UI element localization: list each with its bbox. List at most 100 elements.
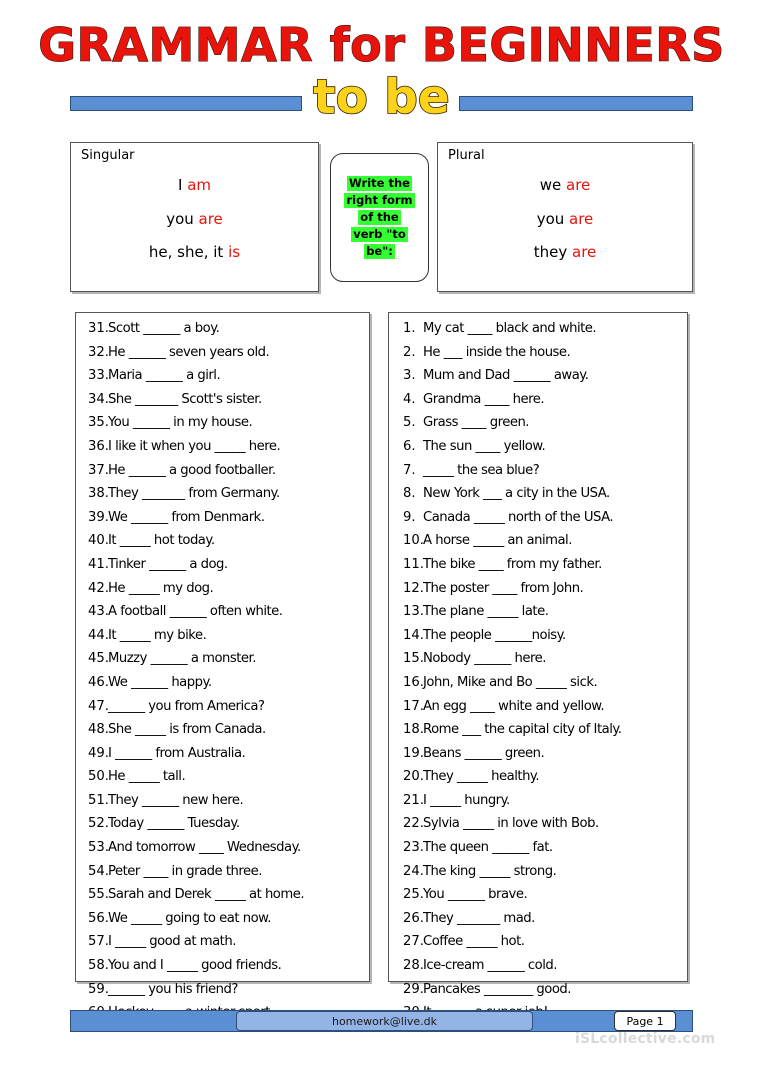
exercise-number: 2.: [403, 344, 416, 360]
exercise-item: 16. John, Mike and Bo _____ sick.: [395, 676, 681, 689]
singular-conjugation-list: I am you are he, she, it is: [71, 177, 318, 278]
exercise-sentence: He ______ seven years old.: [108, 344, 270, 360]
conjugation-line: we are: [438, 177, 692, 194]
exercise-number: 57.: [88, 934, 109, 950]
exercise-sentence: You ______ in my house.: [108, 415, 253, 431]
exercise-sentence: We ______ from Denmark.: [108, 509, 265, 525]
exercise-list-right: 1. My cat ____ black and white. 2. He ___ i…: [395, 321, 681, 1020]
exercise-number: 21.: [403, 792, 424, 808]
pronoun: you: [536, 209, 570, 228]
exercise-item: 36. I like it when you _____ here.: [82, 440, 363, 453]
exercise-number: 4.: [403, 391, 416, 407]
exercise-sentence: It _____ my bike.: [108, 627, 207, 643]
exercise-sentence: I _____ hungry.: [423, 792, 510, 808]
exercise-number: 56.: [88, 910, 109, 926]
exercise-sentence: Maria ______ a girl.: [108, 368, 221, 384]
exercise-number: 52.: [88, 816, 109, 832]
exercise-number: 45.: [88, 651, 109, 667]
pronoun: he, she, it: [148, 243, 229, 261]
exercise-number: 39.: [88, 509, 109, 525]
exercise-number: 53.: [88, 840, 109, 856]
exercise-number: 42.: [88, 580, 109, 596]
exercise-item: 53. And tomorrow ____ Wednesday.: [82, 841, 363, 854]
exercise-item: 12. The poster ____ from John.: [395, 581, 681, 594]
title-area: GRAMMAR for BEGINNERS to be: [0, 0, 763, 135]
exercise-box-right: 1. My cat ____ black and white. 2. He ___ i…: [388, 312, 688, 1019]
exercise-sentence: My cat ____ black and white.: [423, 321, 597, 336]
exercise-number: 49.: [88, 745, 109, 761]
exercise-number: 31.: [88, 321, 109, 336]
exercise-number: 44.: [88, 627, 109, 643]
exercise-number: 28.: [403, 958, 424, 974]
exercise-item: 23. The queen ______ fat.: [395, 841, 681, 854]
exercise-sentence: Coffee _____ hot.: [423, 934, 525, 950]
exercise-item: 3. Mum and Dad ______ away.: [395, 369, 681, 382]
exercise-box-left: 31. Scott ______ a boy. 32. He ______ seven…: [75, 312, 370, 1019]
exercise-number: 32.: [88, 344, 109, 360]
exercise-sentence: Peter ____ in grade three.: [108, 863, 262, 879]
exercise-number: 50.: [88, 769, 109, 785]
conjugation-line: I am: [71, 177, 318, 194]
exercise-sentence: He _____ tall.: [108, 769, 186, 785]
exercise-sentence: ______ you his friend?: [108, 981, 238, 997]
verb-form: is: [228, 243, 241, 261]
exercise-number: 40.: [88, 533, 109, 549]
singular-label: Singular: [81, 148, 135, 163]
exercise-item: 32. He ______ seven years old.: [82, 344, 363, 360]
conjugation-line: you are: [438, 209, 692, 228]
exercise-number: 34.: [88, 391, 109, 407]
exercise-number: 48.: [88, 722, 109, 738]
exercise-number: 6.: [403, 438, 416, 454]
exercise-sentence: Pancakes ________ good.: [423, 981, 572, 997]
exercise-item: 38. They _______ from Germany.: [82, 487, 363, 500]
exercise-item: 19. Beans ______ green.: [395, 745, 681, 761]
exercise-sentence: You and I _____ good friends.: [108, 958, 282, 974]
exercise-item: 50. He _____ tall.: [82, 770, 363, 783]
exercise-item: 9. Canada _____ north of the USA.: [395, 511, 681, 524]
exercise-sentence: The plane _____ late.: [423, 604, 549, 620]
exercise-sentence: He ______ a good footballer.: [108, 462, 276, 478]
exercise-sentence: We ______ happy.: [108, 674, 212, 690]
exercise-item: 52. Today ______ Tuesday.: [82, 817, 363, 830]
exercise-item: 47. ______ you from America?: [82, 699, 363, 712]
exercise-item: 22. Sylvia _____ in love with Bob.: [395, 817, 681, 830]
exercise-item: 37. He ______ a good footballer.: [82, 462, 363, 478]
exercise-item: 33. Maria ______ a girl.: [82, 369, 363, 382]
exercise-number: 26.: [403, 910, 424, 926]
instruction-line: be":: [364, 244, 395, 260]
exercise-number: 23.: [403, 840, 424, 856]
verb-form: are: [198, 209, 223, 228]
exercise-sentence: Sarah and Derek _____ at home.: [108, 887, 305, 903]
exercise-item: 29. Pancakes ________ good.: [395, 981, 681, 997]
exercise-item: 20. They _____ healthy.: [395, 770, 681, 783]
exercise-item: 57. I _____ good at math.: [82, 935, 363, 948]
exercise-item: 49. I ______ from Australia.: [82, 745, 363, 761]
exercise-number: 17.: [403, 698, 424, 714]
exercise-sentence: Scott ______ a boy.: [108, 321, 220, 336]
exercise-number: 27.: [403, 934, 424, 950]
exercise-sentence: Rome ___ the capital city of Italy.: [423, 722, 622, 738]
exercise-item: 31. Scott ______ a boy.: [82, 322, 363, 335]
exercise-sentence: Grass ____ green.: [423, 415, 530, 431]
exercise-sentence: A horse _____ an animal.: [423, 533, 572, 549]
exercise-sentence: Beans ______ green.: [423, 745, 545, 761]
exercise-number: 29.: [403, 981, 424, 997]
exercise-item: 55. Sarah and Derek _____ at home.: [82, 888, 363, 901]
exercise-sentence: He ___ inside the house.: [423, 344, 571, 360]
exercise-number: 38.: [88, 486, 109, 502]
verb-form: are: [569, 209, 594, 228]
plural-label: Plural: [448, 148, 485, 163]
instruction-line: Write the: [347, 175, 412, 191]
verb-form: are: [572, 243, 597, 261]
instruction-line: of the: [358, 209, 401, 226]
exercise-sentence: _____ the sea blue?: [423, 462, 540, 478]
footer-bar: homework@live.dk Page 1: [70, 1010, 693, 1032]
exercise-item: 43. A football ______ often white.: [82, 605, 363, 618]
exercise-item: 10. A horse _____ an animal.: [395, 534, 681, 547]
exercise-sentence: You ______ brave.: [423, 887, 528, 903]
exercise-item: 21. I _____ hungry.: [395, 794, 681, 807]
exercise-number: 5.: [403, 415, 416, 431]
exercise-item: 8. New York ___ a city in the USA.: [395, 487, 681, 500]
exercise-number: 43.: [88, 604, 109, 620]
exercise-item: 4. Grandma ____ here.: [395, 393, 681, 406]
